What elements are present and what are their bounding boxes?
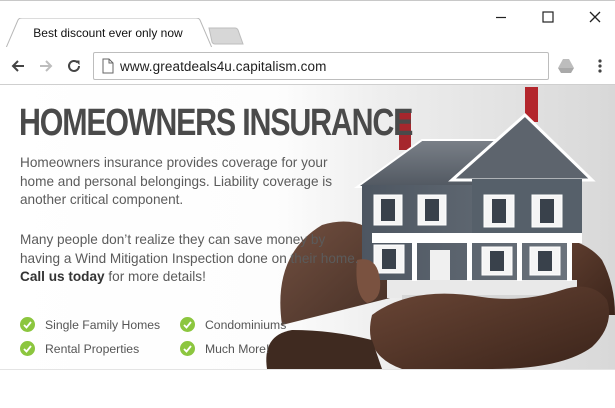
forward-arrow-icon[interactable] bbox=[36, 56, 56, 76]
check-icon bbox=[180, 341, 195, 356]
reload-icon[interactable] bbox=[64, 56, 84, 76]
feature-item: Rental Properties bbox=[20, 341, 139, 356]
close-icon[interactable] bbox=[586, 8, 604, 26]
maximize-icon[interactable] bbox=[539, 8, 557, 26]
back-arrow-icon[interactable] bbox=[8, 56, 28, 76]
title-bar: Best discount ever only now bbox=[0, 0, 615, 48]
feature-label: Single Family Homes bbox=[45, 317, 161, 332]
drive-icon[interactable] bbox=[556, 56, 576, 76]
feature-label: Condominiums bbox=[205, 317, 287, 332]
feature-item: Much More! bbox=[180, 341, 269, 356]
savings-paragraph: Many people don’t realize they can save … bbox=[20, 231, 360, 287]
page-below bbox=[0, 369, 615, 408]
feature-label: Rental Properties bbox=[45, 341, 140, 356]
feature-item: Condominiums bbox=[180, 317, 286, 332]
savings-text: Many people don’t realize they can save … bbox=[20, 232, 359, 266]
url-text: www.greatdeals4u.capitalism.com bbox=[120, 59, 327, 74]
page-icon bbox=[102, 58, 114, 79]
feature-label: Much More! bbox=[205, 341, 270, 356]
check-icon bbox=[20, 317, 35, 332]
new-tab-icon[interactable] bbox=[205, 27, 245, 45]
minimize-icon[interactable] bbox=[492, 8, 510, 26]
toolbar: www.greatdeals4u.capitalism.com bbox=[0, 47, 615, 85]
check-icon bbox=[20, 341, 35, 356]
check-icon bbox=[180, 317, 195, 332]
intro-paragraph: Homeowners insurance provides coverage f… bbox=[20, 155, 333, 208]
feature-item: Single Family Homes bbox=[20, 317, 160, 332]
tab-active[interactable]: Best discount ever only now bbox=[6, 18, 212, 48]
call-us-today: Call us today bbox=[20, 269, 105, 285]
ad-banner[interactable]: HOMEOWNERS INSURANCE Homeowners insuranc… bbox=[0, 85, 615, 369]
cta-rest: for more details! bbox=[104, 269, 206, 285]
tab-title: Best discount ever only now bbox=[33, 26, 183, 40]
menu-icon[interactable] bbox=[590, 56, 610, 76]
address-bar[interactable]: www.greatdeals4u.capitalism.com bbox=[93, 52, 549, 80]
headline: HOMEOWNERS INSURANCE bbox=[19, 102, 413, 144]
